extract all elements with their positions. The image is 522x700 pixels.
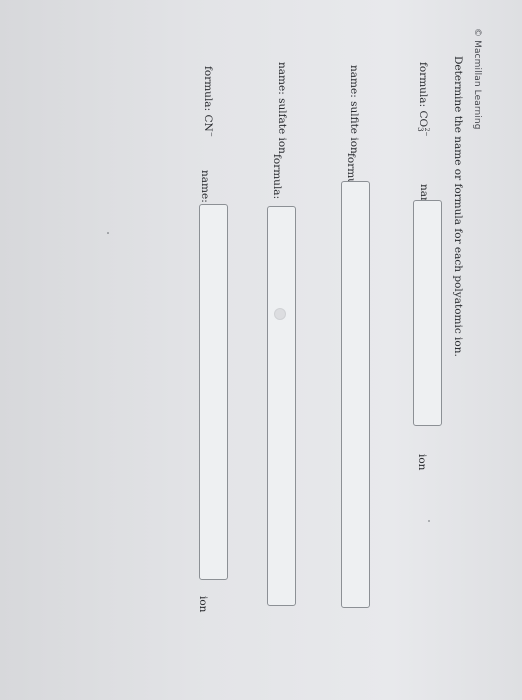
row2-given: name: sulfite ion [348, 65, 360, 154]
question-prompt: Determine the name or formula for each p… [452, 56, 464, 357]
row1-given: formula: CO32− [416, 62, 430, 137]
question-panel: © Macmillan Learning Determine the name … [0, 0, 522, 700]
row4-given: formula: CN− [202, 66, 215, 137]
row4-name-input[interactable] [199, 204, 228, 580]
brand-label: © Macmillan Learning [472, 28, 482, 130]
row4-answer-label: name: [199, 170, 211, 203]
row2-formula-input[interactable] [341, 181, 370, 608]
cursor-highlight [274, 308, 286, 320]
row3-given: name: sulfate ion [276, 62, 288, 154]
screen-speck [107, 232, 109, 234]
row4-suffix: ion [197, 596, 209, 613]
row1-name-input[interactable] [413, 200, 442, 426]
copyright-icon: © [472, 28, 482, 38]
screen-speck [428, 520, 430, 522]
row3-formula-input[interactable] [267, 206, 296, 606]
row1-suffix: ion [416, 454, 428, 471]
row3-answer-label: formula: [271, 154, 283, 200]
worksheet-page: © Macmillan Learning Determine the name … [0, 0, 522, 700]
